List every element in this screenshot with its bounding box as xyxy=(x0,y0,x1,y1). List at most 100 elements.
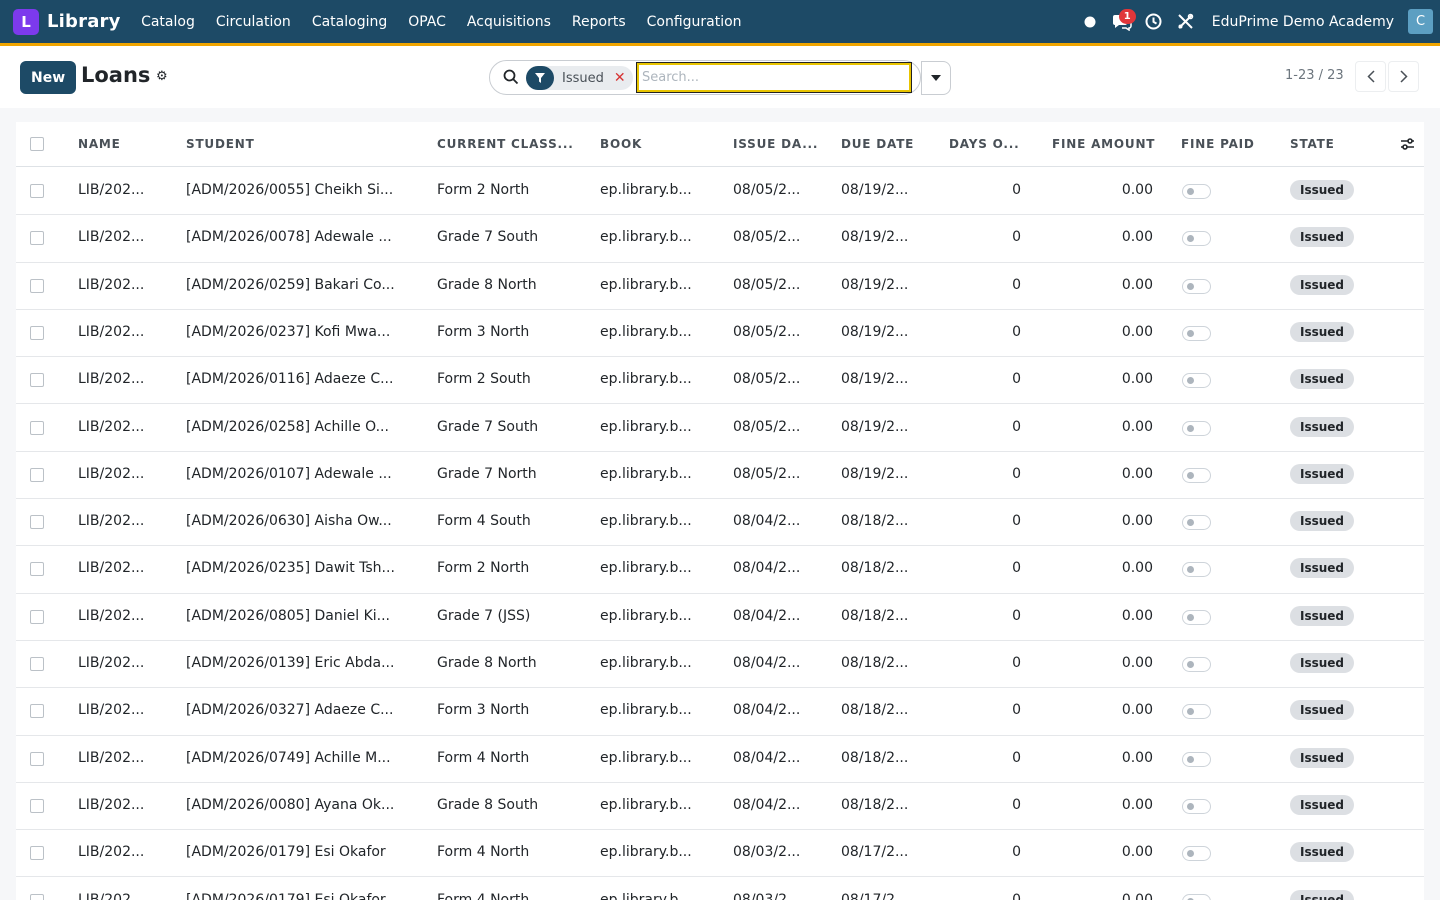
pager-next-button[interactable] xyxy=(1388,61,1419,92)
menu-opac[interactable]: OPAC xyxy=(398,14,457,30)
header-fine-paid[interactable]: FINE PAID xyxy=(1181,137,1255,151)
cell-student: [ADM/2026/0805] Daniel Ki... xyxy=(186,607,390,624)
row-checkbox[interactable] xyxy=(30,184,44,198)
table-row[interactable]: LIB/202... [ADM/2026/0179] Esi Okafor Form… xyxy=(16,878,1424,900)
optional-columns-icon[interactable] xyxy=(1400,136,1415,155)
header-state[interactable]: STATE xyxy=(1290,137,1335,151)
table-row[interactable]: LIB/202... [ADM/2026/0179] Esi Okafor Form… xyxy=(16,830,1424,878)
fine-paid-toggle[interactable] xyxy=(1182,373,1211,389)
page-title: Loans xyxy=(81,63,151,87)
row-checkbox[interactable] xyxy=(30,562,44,577)
table-row[interactable]: LIB/202... [ADM/2026/0327] Adaeze C... For… xyxy=(16,688,1424,736)
fine-paid-toggle[interactable] xyxy=(1182,467,1211,483)
menu-cataloging[interactable]: Cataloging xyxy=(301,14,397,30)
facet-remove-icon[interactable]: ✕ xyxy=(614,70,626,86)
table-row[interactable]: LIB/202... [ADM/2026/0235] Dawit Tsh... Fo… xyxy=(16,546,1424,594)
fine-paid-toggle[interactable] xyxy=(1182,562,1211,578)
app-logo-icon[interactable]: L xyxy=(13,8,39,35)
table-row[interactable]: LIB/202... [ADM/2026/0805] Daniel Ki... Gr… xyxy=(16,594,1424,641)
fine-paid-toggle[interactable] xyxy=(1182,657,1211,672)
menu-catalog[interactable]: Catalog xyxy=(131,14,206,30)
fine-paid-toggle[interactable] xyxy=(1182,231,1211,247)
row-checkbox[interactable] xyxy=(30,609,44,624)
row-checkbox[interactable] xyxy=(30,231,44,246)
cell-days-overdue: 0 xyxy=(1012,513,1021,530)
cell-book: ep.library.b... xyxy=(600,182,692,198)
gear-icon[interactable]: ⚙ xyxy=(156,69,168,84)
cell-book: ep.library.b... xyxy=(600,465,692,482)
table-row[interactable]: LIB/202... [ADM/2026/0055] Cheikh Si... Fo… xyxy=(16,168,1424,216)
header-fine-amount[interactable]: FINE AMOUNT xyxy=(1052,137,1155,151)
app-name[interactable]: Library xyxy=(47,11,121,32)
row-checkbox[interactable] xyxy=(30,325,44,340)
cell-name: LIB/202... xyxy=(78,655,145,671)
header-issue-date[interactable]: ISSUE DA... xyxy=(733,137,818,151)
status-badge: Issued xyxy=(1290,227,1355,248)
fine-paid-toggle[interactable] xyxy=(1182,893,1211,900)
row-checkbox[interactable] xyxy=(30,893,44,900)
row-checkbox[interactable] xyxy=(30,798,44,813)
fine-paid-toggle[interactable] xyxy=(1182,846,1211,862)
row-checkbox[interactable] xyxy=(30,751,44,766)
new-button[interactable]: New xyxy=(20,61,77,94)
fine-paid-toggle[interactable] xyxy=(1182,751,1211,767)
row-checkbox[interactable] xyxy=(30,420,44,435)
table-row[interactable]: LIB/202... [ADM/2026/0237] Kofi Mwa... For… xyxy=(16,310,1424,358)
tools-icon[interactable] xyxy=(1170,6,1202,38)
fine-paid-toggle[interactable] xyxy=(1182,420,1211,436)
table-row[interactable]: LIB/202... [ADM/2026/0749] Achille M... Fo… xyxy=(16,736,1424,783)
fine-paid-toggle[interactable] xyxy=(1182,325,1211,341)
header-due-date[interactable]: DUE DATE xyxy=(841,137,914,151)
menu-reports[interactable]: Reports xyxy=(561,14,636,30)
table-row[interactable]: LIB/202... [ADM/2026/0139] Eric Abda... Gr… xyxy=(16,641,1424,689)
menu-configuration[interactable]: Configuration xyxy=(636,14,752,30)
row-checkbox[interactable] xyxy=(30,846,44,861)
cell-fine-amount: 0.00 xyxy=(1121,465,1153,482)
header-current-class[interactable]: CURRENT CLASS... xyxy=(437,137,574,151)
search-icon[interactable] xyxy=(503,69,519,89)
row-checkbox[interactable] xyxy=(30,704,44,719)
search-options-toggle[interactable] xyxy=(921,61,951,95)
cell-issue-date: 08/04/2... xyxy=(733,513,801,530)
row-checkbox[interactable] xyxy=(30,373,44,388)
menu-circulation[interactable]: Circulation xyxy=(205,14,301,30)
select-all-checkbox[interactable] xyxy=(30,137,44,151)
row-checkbox[interactable] xyxy=(30,657,44,671)
table-row[interactable]: LIB/202... [ADM/2026/0258] Achille O... Gr… xyxy=(16,405,1424,452)
row-checkbox[interactable] xyxy=(30,278,44,293)
user-avatar[interactable]: C xyxy=(1408,9,1433,34)
fine-paid-toggle[interactable] xyxy=(1182,609,1211,625)
row-checkbox[interactable] xyxy=(30,467,44,482)
header-book[interactable]: BOOK xyxy=(600,137,642,151)
table-row[interactable]: LIB/202... [ADM/2026/0107] Adewale ... Gra… xyxy=(16,452,1424,500)
pager-value[interactable]: 1-23 / 23 xyxy=(1285,68,1344,83)
fine-paid-toggle[interactable] xyxy=(1182,184,1211,199)
fine-paid-toggle[interactable] xyxy=(1182,798,1211,814)
table-row[interactable]: LIB/202... [ADM/2026/0630] Aisha Ow... For… xyxy=(16,499,1424,547)
list-header: NAME STUDENT CURRENT CLASS... BOOK ISSUE… xyxy=(16,122,1424,167)
cell-student: [ADM/2026/0235] Dawit Tsh... xyxy=(186,560,395,577)
company-switcher[interactable]: EduPrime Demo Academy xyxy=(1212,14,1394,30)
fine-paid-toggle[interactable] xyxy=(1182,704,1211,720)
status-badge: Issued xyxy=(1290,889,1355,900)
activity-clock-icon[interactable] xyxy=(1138,6,1170,38)
status-badge: Issued xyxy=(1290,794,1355,815)
menu-acquisitions[interactable]: Acquisitions xyxy=(456,14,561,30)
table-row[interactable]: LIB/202... [ADM/2026/0116] Adaeze C... For… xyxy=(16,357,1424,405)
header-days-overdue[interactable]: DAYS O... xyxy=(949,137,1019,151)
search-bar: Issued ✕ xyxy=(489,60,921,95)
status-dot-icon[interactable] xyxy=(1074,6,1106,38)
row-checkbox[interactable] xyxy=(30,515,44,530)
cell-days-overdue: 0 xyxy=(1012,418,1021,435)
messages-icon[interactable]: 1 xyxy=(1106,6,1138,38)
header-student[interactable]: STUDENT xyxy=(186,137,255,151)
header-name[interactable]: NAME xyxy=(78,137,121,151)
table-row[interactable]: LIB/202... [ADM/2026/0080] Ayana Ok... Gra… xyxy=(16,783,1424,831)
status-badge: Issued xyxy=(1290,558,1355,579)
fine-paid-toggle[interactable] xyxy=(1182,515,1211,531)
table-row[interactable]: LIB/202... [ADM/2026/0259] Bakari Co... Gr… xyxy=(16,263,1424,310)
pager-previous-button[interactable] xyxy=(1355,61,1386,92)
fine-paid-toggle[interactable] xyxy=(1182,278,1211,294)
table-row[interactable]: LIB/202... [ADM/2026/0078] Adewale ... Gra… xyxy=(16,215,1424,263)
search-input[interactable] xyxy=(636,62,912,93)
